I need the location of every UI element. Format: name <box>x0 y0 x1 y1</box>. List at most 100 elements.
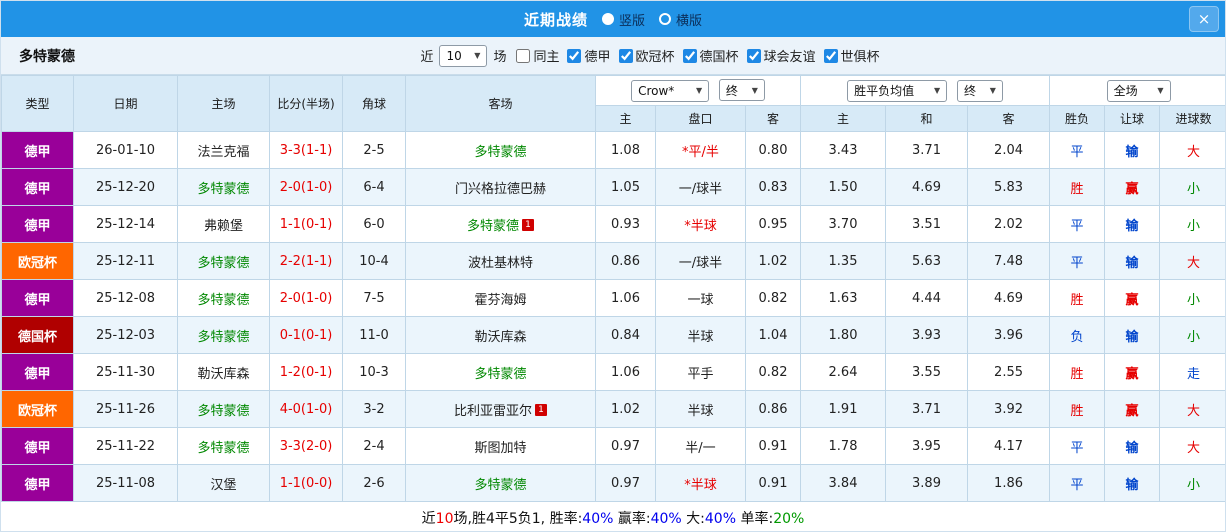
odds-time-select[interactable]: 终 ▼ <box>718 79 765 102</box>
table-row: 德甲 25-12-08 多特蒙德 2-0(1-0) 7-5 霍芬海姆 1.06 … <box>1 279 1225 317</box>
layout-option-horizontal[interactable]: 横版 <box>659 10 702 29</box>
match-score: 4-0(1-0) <box>269 390 343 428</box>
handicap-line: 一/球半 <box>655 168 746 206</box>
match-date: 25-12-11 <box>73 242 178 280</box>
odds-away: 0.86 <box>744 390 802 428</box>
handicap-line: 半/一 <box>655 427 746 465</box>
match-score: 3-3(1-1) <box>269 131 343 169</box>
goals-cell: 走 <box>1159 353 1225 391</box>
avg-time-value: 终 <box>963 84 976 98</box>
odds-company-select[interactable]: Crow* ▼ <box>631 79 710 102</box>
checkbox-icon[interactable] <box>618 48 633 63</box>
chevron-down-icon: ▼ <box>1157 86 1164 95</box>
avg-draw-odds: 3.95 <box>885 427 969 465</box>
odds-away: 0.82 <box>744 279 802 317</box>
filter-checkbox[interactable]: 球会友谊 <box>746 46 816 65</box>
odds-company-value: Crow* <box>638 83 675 98</box>
red-card-badge: 1 <box>522 218 534 231</box>
table-row: 德甲 26-01-10 法兰克福 3-3(1-1) 2-5 多特蒙德 1.08 … <box>1 131 1225 169</box>
scope-select[interactable]: 全场 ▼ <box>1106 79 1171 102</box>
col-header-date: 日期 <box>73 75 178 132</box>
corner-score: 2-5 <box>342 131 406 169</box>
odds-away: 1.02 <box>744 242 802 280</box>
away-team-cell: 门兴格拉德巴赫 <box>405 168 596 206</box>
col-header-goals: 进球数 <box>1159 105 1225 132</box>
filter-checkbox[interactable]: 德国杯 <box>682 46 739 65</box>
handicap-line: 半球 <box>655 390 746 428</box>
away-team-cell: 多特蒙德 <box>405 131 596 169</box>
let-ball-cell: 赢 <box>1104 168 1161 206</box>
match-count-select[interactable]: 10 ▼ <box>439 44 488 67</box>
match-date: 25-11-22 <box>73 427 178 465</box>
result-cell: 胜 <box>1049 390 1106 428</box>
table-row: 欧冠杯 25-12-11 多特蒙德 2-2(1-1) 10-4 波杜基林特 0.… <box>1 242 1225 280</box>
handicap-line: 半球 <box>655 316 746 354</box>
filter-checkbox[interactable]: 同主 <box>516 46 559 65</box>
goals-cell: 小 <box>1159 168 1225 206</box>
avg-away-odds: 4.69 <box>967 279 1051 317</box>
avg-time-select[interactable]: 终 ▼ <box>956 79 1003 102</box>
avg-type-select[interactable]: 胜平负均值 ▼ <box>847 79 948 102</box>
home-team: 多特蒙德 <box>177 316 270 354</box>
away-team-cell: 多特蒙德 1 <box>405 205 596 243</box>
checkbox-label: 德国杯 <box>699 50 739 65</box>
summary-segment: 近 <box>421 511 436 527</box>
avg-away-odds: 5.83 <box>967 168 1051 206</box>
goals-cell: 大 <box>1159 131 1225 169</box>
avg-away-odds: 4.17 <box>967 427 1051 465</box>
filter-checkbox[interactable]: 欧冠杯 <box>618 46 675 65</box>
home-team: 法兰克福 <box>177 131 270 169</box>
col-header-odds-away: 客 <box>744 105 802 132</box>
corner-score: 6-0 <box>342 205 406 243</box>
result-cell: 负 <box>1049 316 1106 354</box>
col-header-away: 客场 <box>405 75 596 132</box>
summary-segment: 赢率: <box>613 511 651 527</box>
radio-unselected-icon <box>659 13 671 25</box>
match-date: 25-12-20 <box>73 168 178 206</box>
scope-select-cell: 全场 ▼ <box>1049 75 1225 106</box>
league-badge: 德国杯 <box>1 316 74 354</box>
checkbox-icon[interactable] <box>567 48 582 63</box>
league-badge: 德甲 <box>1 353 74 391</box>
filter-checkbox[interactable]: 德甲 <box>567 46 611 65</box>
summary-segment: 大: <box>681 511 705 527</box>
checkbox-icon[interactable] <box>746 48 761 63</box>
odds-home: 0.93 <box>595 205 656 243</box>
avg-type-value: 胜平负均值 <box>854 84 915 98</box>
avg-home-odds: 1.50 <box>800 168 887 206</box>
result-cell: 平 <box>1049 464 1106 502</box>
corner-score: 10-4 <box>342 242 406 280</box>
let-ball-cell: 输 <box>1104 131 1161 169</box>
odds-away: 0.91 <box>744 427 802 465</box>
home-team: 多特蒙德 <box>177 168 270 206</box>
summary-bar: 近10场,胜4平5负1, 胜率:40% 赢率:40% 大:40% 单率:20% <box>1 502 1225 531</box>
let-ball-cell: 赢 <box>1104 390 1161 428</box>
summary-segment: 单率: <box>736 511 774 527</box>
checkbox-icon[interactable] <box>682 48 697 63</box>
close-button[interactable]: × <box>1189 6 1219 32</box>
checkbox-icon[interactable] <box>823 48 838 63</box>
avg-draw-odds: 3.89 <box>885 464 969 502</box>
checkbox-icon[interactable] <box>516 48 531 63</box>
table-row: 德甲 25-11-22 多特蒙德 3-3(2-0) 2-4 斯图加特 0.97 … <box>1 427 1225 465</box>
filter-checkbox[interactable]: 世俱杯 <box>823 46 880 65</box>
match-date: 25-11-26 <box>73 390 178 428</box>
summary-segment: 40% <box>704 511 737 527</box>
results-body: 德甲 26-01-10 法兰克福 3-3(1-1) 2-5 多特蒙德 1.08 … <box>1 131 1225 502</box>
match-date: 25-12-03 <box>73 316 178 354</box>
avg-home-odds: 1.63 <box>800 279 887 317</box>
avg-home-odds: 3.43 <box>800 131 887 169</box>
layout-option-vertical[interactable]: 竖版 <box>601 10 645 29</box>
home-team: 多特蒙德 <box>177 427 270 465</box>
odds-away: 0.91 <box>744 464 802 502</box>
filter-bar: 多特蒙德 近 10 ▼ 场 同主 德甲 欧冠杯 德国杯 球会友谊 世俱杯 <box>1 37 1225 75</box>
let-ball-cell: 赢 <box>1104 353 1161 391</box>
col-header-odds-home: 主 <box>595 105 656 132</box>
result-cell: 平 <box>1049 427 1106 465</box>
odds-time-value: 终 <box>725 83 738 98</box>
col-header-handicap: 盘口 <box>655 105 746 132</box>
home-team: 弗赖堡 <box>177 205 270 243</box>
table-row: 德甲 25-11-08 汉堡 1-1(0-0) 2-6 多特蒙德 0.97 *半… <box>1 464 1225 502</box>
odds-away: 1.04 <box>744 316 802 354</box>
checkbox-label: 同主 <box>533 50 560 65</box>
